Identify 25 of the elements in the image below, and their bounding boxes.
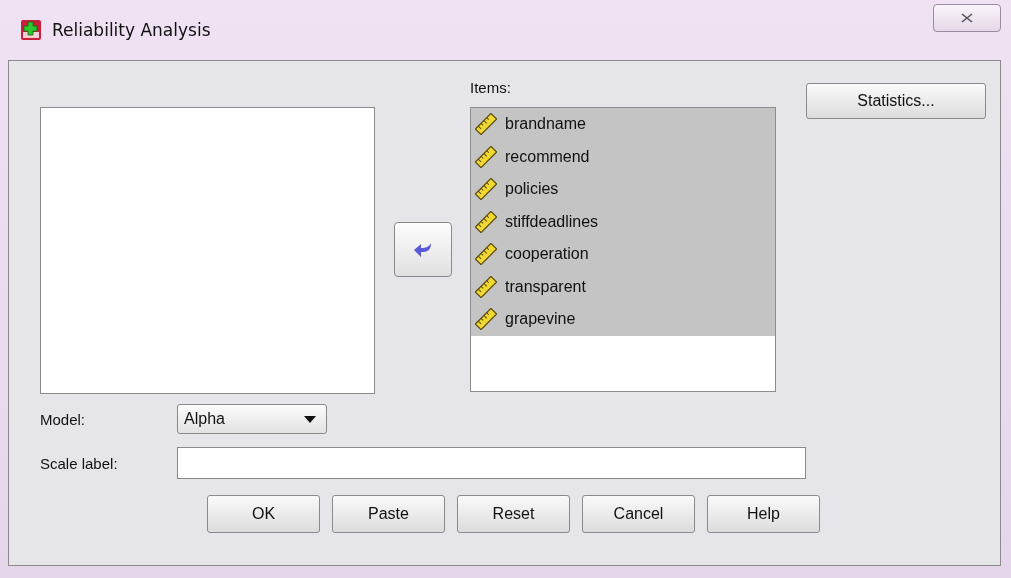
dialog-button[interactable]: Cancel	[582, 495, 695, 533]
scale-label: Scale label:	[40, 454, 119, 472]
move-button[interactable]	[393, 222, 452, 277]
dialog-button[interactable]: Reset	[457, 495, 570, 533]
caret-icon	[304, 415, 316, 423]
close-icon	[961, 13, 973, 23]
model-dropdown[interactable]: Alpha	[177, 404, 327, 434]
app-icon	[20, 19, 42, 41]
items-list[interactable]: brandname recommend policies stiffdeadlines cooperation transparent grapevine	[470, 107, 776, 392]
list-item[interactable]: policies	[471, 173, 775, 206]
scale-label-field[interactable]	[177, 447, 806, 479]
dialog-button[interactable]: OK	[207, 495, 320, 533]
list-item[interactable]: brandname	[471, 108, 775, 141]
list-item[interactable]: cooperation	[471, 238, 775, 271]
model-label: Model:	[40, 410, 87, 428]
list-item[interactable]: stiffdeadlines	[471, 205, 775, 238]
list-item[interactable]: grapevine	[471, 303, 775, 336]
statistics-button[interactable]: Statistics...	[806, 83, 986, 119]
window-title: Reliability Analysis	[52, 20, 211, 40]
dialog-button[interactable]: Paste	[332, 495, 445, 533]
close-button[interactable]	[933, 4, 1001, 32]
dialog-button[interactable]: Help	[707, 495, 820, 533]
list-item[interactable]: transparent	[471, 270, 775, 303]
list-item[interactable]: recommend	[471, 140, 775, 173]
items-label: Items:	[470, 79, 512, 98]
